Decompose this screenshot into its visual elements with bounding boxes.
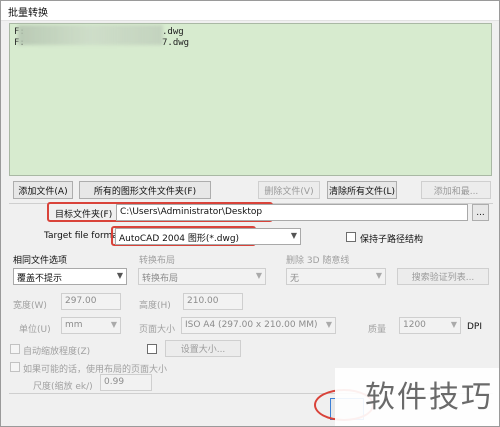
height-input[interactable]: 210.00 — [183, 293, 243, 310]
keep-subfolders-checkbox[interactable] — [346, 232, 356, 242]
layout-option-select[interactable]: 转换布局 ▼ — [138, 268, 266, 285]
target-folder-input[interactable]: C:\Users\Administrator\Desktop — [116, 204, 468, 221]
search-layout-button[interactable]: 搜索验证列表... — [397, 268, 489, 285]
target-format-value: AutoCAD 2004 图形(*.dwg) — [119, 234, 240, 244]
redacted-path-mask — [18, 25, 163, 45]
setup-size-button[interactable]: 设置大小... — [165, 340, 241, 357]
unit-label: 单位(U) — [19, 325, 51, 335]
add-folder-button[interactable]: 添加和最... — [421, 181, 491, 199]
chevron-down-icon: ▼ — [325, 320, 332, 329]
auto-zoom-checkbox[interactable] — [10, 344, 20, 354]
auto-zoom-label: 自动缩放程度(Z) — [23, 347, 91, 357]
same-file-option-value: 覆盖不提示 — [17, 274, 63, 284]
chevron-down-icon: ▼ — [255, 271, 262, 280]
quality-select[interactable]: 1200 ▼ — [399, 317, 461, 334]
file-path-suffix: .dwg — [162, 27, 184, 37]
file-list[interactable]: F: .dwg F: 7.dwg — [9, 23, 492, 176]
unit-value: mm — [65, 320, 83, 330]
delete-3d-select[interactable]: 无 ▼ — [286, 268, 386, 285]
window-title: 批量转换 — [1, 1, 499, 21]
width-input[interactable]: 297.00 — [61, 293, 121, 310]
chevron-down-icon: ▼ — [116, 271, 123, 280]
dpi-label: DPI — [467, 322, 483, 332]
target-folder-label: 目标文件夹(F) — [55, 210, 113, 220]
page-size-label: 页面大小 — [139, 325, 176, 335]
batch-convert-dialog: 批量转换 F: .dwg F: 7.dwg 添加文件(A) 所有的图形文件文件夹… — [0, 0, 500, 427]
chevron-down-icon: ▼ — [375, 271, 382, 280]
unit-select[interactable]: mm ▼ — [61, 317, 121, 334]
target-format-select[interactable]: AutoCAD 2004 图形(*.dwg) ▼ — [115, 228, 301, 245]
chevron-down-icon: ▼ — [290, 231, 297, 240]
file-path-suffix: 7.dwg — [162, 38, 190, 48]
size-ratio-input[interactable]: 0.99 — [100, 374, 152, 391]
size-ratio-label: 尺度(缩放 ek/) — [33, 382, 93, 392]
watermark-text: 软件技巧 — [365, 380, 493, 415]
quality-value: 1200 — [403, 320, 426, 330]
delete-3d-label: 删除 3D 随意线 — [286, 256, 350, 266]
chevron-down-icon: ▼ — [110, 320, 117, 329]
add-file-button[interactable]: 添加文件(A) — [13, 181, 73, 199]
size-option-checkbox[interactable] — [147, 344, 157, 354]
target-format-label: Target file format — [44, 231, 122, 241]
layout-option-value: 转换布局 — [142, 274, 179, 284]
same-file-option-select[interactable]: 覆盖不提示 ▼ — [13, 268, 127, 285]
use-layout-page-checkbox[interactable] — [10, 362, 20, 372]
same-file-option-label: 相同文件选项 — [13, 256, 68, 266]
delete-file-button[interactable]: 删除文件(V) — [258, 181, 320, 199]
browse-button[interactable]: ... — [472, 204, 489, 221]
clear-all-files-button[interactable]: 清除所有文件(L) — [327, 181, 397, 199]
keep-subfolders-label: 保持子路径结构 — [360, 235, 424, 245]
delete-3d-value: 无 — [290, 274, 300, 284]
page-size-value: ISO A4 (297.00 x 210.00 MM) — [185, 320, 318, 330]
height-label: 高度(H) — [139, 301, 171, 311]
width-label: 宽度(W) — [13, 301, 47, 311]
add-drawing-folder-button[interactable]: 所有的图形文件文件夹(F) — [79, 181, 211, 199]
chevron-down-icon: ▼ — [450, 320, 457, 329]
quality-label: 质量 — [368, 325, 387, 335]
page-size-select[interactable]: ISO A4 (297.00 x 210.00 MM) ▼ — [181, 317, 336, 334]
layout-option-label: 转换布局 — [139, 256, 176, 266]
